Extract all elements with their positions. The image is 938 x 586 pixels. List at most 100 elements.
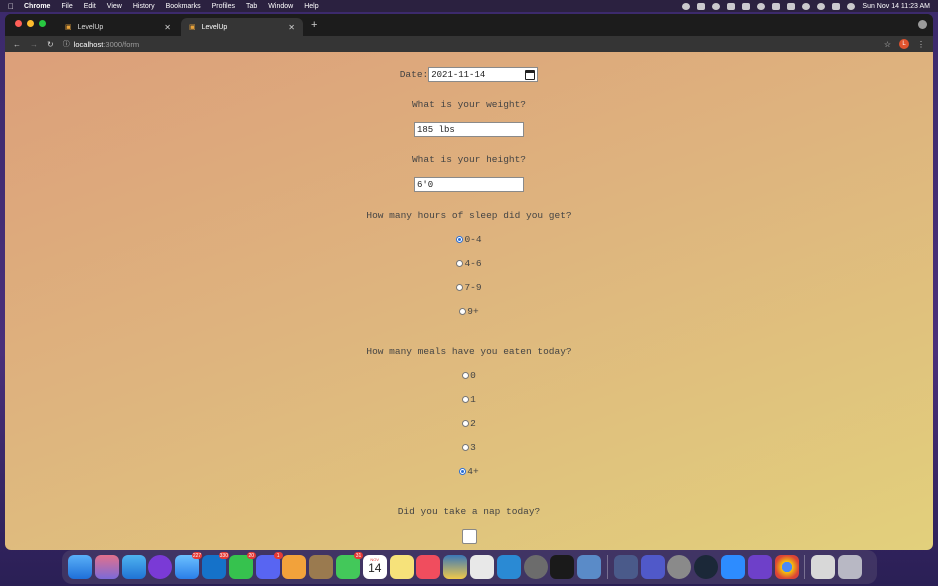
sleep-option-9-plus[interactable]: 9+ (5, 306, 933, 317)
discord-icon[interactable]: 1 (255, 552, 283, 579)
bluetooth-icon[interactable] (772, 2, 781, 10)
clock-label[interactable]: Sun Nov 14 11:23 AM (862, 3, 930, 10)
menu-bookmarks[interactable]: Bookmarks (166, 3, 201, 10)
messages-icon[interactable]: 31 (335, 552, 363, 579)
site-info-icon[interactable]: ⓘ (63, 39, 70, 49)
launchpad-icon[interactable] (94, 555, 119, 579)
notes-icon[interactable] (389, 555, 414, 579)
control-center-icon[interactable] (832, 2, 841, 10)
new-tab-button[interactable]: + (311, 19, 317, 31)
meals-radio-0[interactable] (462, 372, 470, 379)
zoom-window-button[interactable] (39, 20, 46, 27)
status-dot-icon[interactable] (682, 2, 691, 10)
finder-icon[interactable] (68, 555, 92, 579)
toolbar-right: ☆ L ⋮ (884, 39, 925, 49)
calendar-icon[interactable] (525, 69, 536, 80)
facetime-icon[interactable]: 20 (228, 552, 256, 579)
menu-tab[interactable]: Tab (246, 3, 257, 10)
more-menu-icon[interactable]: ⋮ (917, 40, 925, 49)
sleep-radio-7-9[interactable] (456, 284, 464, 291)
tab-levelup-2[interactable]: ▣ LevelUp ✕ (181, 18, 303, 36)
sleep-option-4-6[interactable]: 4-6 (5, 258, 933, 269)
nap-checkbox[interactable] (461, 529, 477, 544)
steam-icon[interactable] (694, 555, 719, 579)
menu-window[interactable]: Window (268, 3, 293, 10)
battery-icon[interactable] (742, 2, 751, 10)
mail-icon[interactable]: 227 (175, 552, 203, 579)
podcasts-icon[interactable] (148, 555, 173, 579)
discord-status-icon[interactable] (697, 2, 706, 10)
address-bar[interactable]: ⓘ localhost:3000/form (63, 39, 875, 49)
sleep-radio-4-6[interactable] (456, 260, 464, 267)
tex-icon[interactable] (667, 555, 692, 579)
menu-profiles[interactable]: Profiles (212, 3, 235, 10)
date-row: Date: 2021-11-14 (5, 67, 933, 82)
github-desktop-icon[interactable] (747, 555, 772, 579)
meals-radio-3[interactable] (462, 444, 470, 451)
textedit-icon[interactable] (469, 555, 494, 579)
sleep-option-label: 7-9 (464, 282, 482, 293)
dock-separator (804, 555, 806, 579)
safari-icon[interactable] (121, 555, 146, 579)
menu-edit[interactable]: Edit (84, 3, 96, 10)
meals-option-1[interactable]: 1 (5, 394, 933, 405)
wifi-icon[interactable] (757, 2, 766, 10)
spotlight-search-icon[interactable] (817, 2, 826, 10)
date-input[interactable]: 2021-11-14 (428, 67, 539, 82)
nap-question: Did you take a nap today? (397, 506, 541, 517)
meals-radio-1[interactable] (462, 396, 470, 403)
apple-icon[interactable]:  (8, 2, 14, 11)
python-icon[interactable] (443, 555, 468, 579)
menu-help[interactable]: Help (304, 3, 318, 10)
meals-radio-2[interactable] (462, 420, 470, 427)
sleep-radio-9-plus[interactable] (459, 308, 467, 315)
user-icon[interactable] (802, 2, 811, 10)
menu-app-name[interactable]: Chrome (24, 3, 50, 10)
meals-option-4-plus[interactable]: 4+ (5, 466, 933, 477)
meals-option-0[interactable]: 0 (5, 370, 933, 381)
height-input[interactable]: 6'0 (414, 177, 524, 192)
tab-close-icon[interactable]: ✕ (288, 23, 295, 32)
preview-icon[interactable] (613, 555, 638, 579)
meals-radio-4-plus[interactable] (459, 468, 467, 475)
close-window-button[interactable] (15, 20, 22, 27)
system-preferences-icon[interactable] (523, 555, 548, 579)
minimize-window-button[interactable] (27, 20, 34, 27)
terminal-icon[interactable] (550, 555, 575, 579)
outlook-icon[interactable]: 330 (201, 552, 229, 579)
virtualbox-icon[interactable] (577, 555, 602, 579)
teams-icon[interactable] (640, 555, 665, 579)
chrome-icon[interactable] (774, 555, 799, 579)
window-status-icon[interactable] (727, 2, 736, 10)
profile-avatar[interactable]: L (899, 39, 909, 49)
forward-arrow-icon[interactable]: → (30, 40, 38, 49)
menu-view[interactable]: View (107, 3, 122, 10)
meals-option-3[interactable]: 3 (5, 442, 933, 453)
vscode-icon[interactable] (496, 555, 521, 579)
back-arrow-icon[interactable]: ← (13, 40, 21, 49)
tab-levelup-1[interactable]: ▣ LevelUp ✕ (57, 18, 179, 36)
siri-icon[interactable] (847, 2, 856, 10)
tab-close-icon[interactable]: ✕ (164, 23, 171, 32)
tab-strip: ▣ LevelUp ✕ ▣ LevelUp ✕ + (5, 14, 933, 36)
play-status-icon[interactable] (712, 2, 721, 10)
music-icon[interactable] (416, 555, 441, 579)
sleep-option-7-9[interactable]: 7-9 (5, 282, 933, 293)
meals-option-2[interactable]: 2 (5, 418, 933, 429)
zoom-icon[interactable] (720, 555, 745, 579)
calendar-app-icon[interactable]: NOV 14 (362, 555, 387, 579)
menu-file[interactable]: File (61, 3, 72, 10)
tab-search-icon[interactable] (918, 20, 927, 29)
contacts-icon[interactable] (309, 555, 334, 579)
trash-icon[interactable] (837, 555, 862, 579)
browser-window: ▣ LevelUp ✕ ▣ LevelUp ✕ + ← → ↻ ⓘ localh… (5, 14, 933, 550)
sleep-option-0-4[interactable]: 0-4 (5, 234, 933, 245)
reload-icon[interactable]: ↻ (47, 40, 54, 49)
menu-history[interactable]: History (133, 3, 155, 10)
screen-mirror-icon[interactable] (787, 2, 796, 10)
bookmark-star-icon[interactable]: ☆ (884, 40, 891, 49)
pages-icon[interactable] (282, 555, 307, 579)
documents-stack-icon[interactable] (811, 555, 836, 579)
sleep-radio-0-4[interactable] (456, 236, 464, 243)
weight-input[interactable]: 185 lbs (414, 122, 524, 137)
